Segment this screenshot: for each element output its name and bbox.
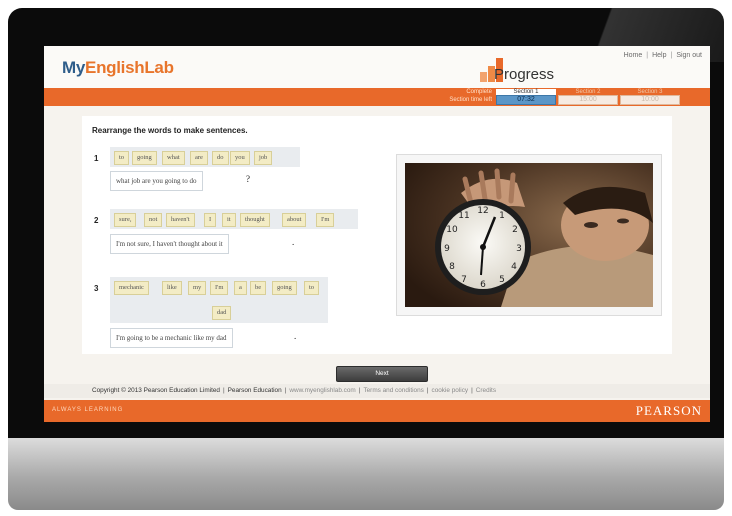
word-tile[interactable]: I [204,213,217,227]
svg-text:7: 7 [461,275,467,285]
progress-title: Progress [494,66,555,83]
answer-field-2[interactable]: I'm not sure, I haven't thought about it [110,234,229,254]
app-screen: MyEnglishLab Progress Home | Help | Sign out… [44,46,710,422]
svg-text:4: 4 [511,262,517,272]
svg-text:8: 8 [449,262,455,272]
word-tile[interactable]: not [144,213,163,227]
punctuation-mark: . [294,331,297,341]
terms-link[interactable]: Terms and conditions [363,387,423,394]
credits-link[interactable]: Credits [476,387,496,394]
word-tile[interactable]: sure, [114,213,137,227]
section-timer: 10:00 [620,95,680,105]
monitor-frame: MyEnglishLab Progress Home | Help | Sign out… [8,8,724,438]
question-number: 3 [94,284,99,293]
word-tile[interactable]: haven't [166,213,195,227]
exercise-panel: Rearrange the words to make sentences. 1… [82,116,672,354]
home-link[interactable]: Home [624,52,643,59]
section-3-status: Section 3 10:00 [620,89,680,105]
monitor-stand [8,438,724,510]
svg-text:10: 10 [446,225,458,235]
question-number: 1 [94,154,99,163]
word-tile[interactable]: about [282,213,307,227]
cookie-policy-link[interactable]: cookie policy [432,387,469,394]
svg-text:9: 9 [444,244,450,254]
answer-field-1[interactable]: what job are you going to do [110,171,203,191]
question-number: 2 [94,216,99,225]
app-header: MyEnglishLab Progress Home | Help | Sign out [44,46,710,88]
section-1-status: Section 1 07:32 [496,89,556,105]
myenglishlab-logo[interactable]: MyEnglishLab [62,58,174,78]
answer-field-3[interactable]: I'm going to be a mechanic like my dad [110,328,233,348]
footer-links: Copyright © 2013 Pearson Education Limit… [92,387,497,394]
word-tile[interactable]: mechanic [114,281,149,295]
word-tile[interactable]: like [162,281,182,295]
word-tile[interactable]: my [188,281,207,295]
time-left-label: Section time left [449,96,492,103]
svg-text:2: 2 [512,225,518,235]
word-tile[interactable]: job [254,151,273,165]
next-button[interactable]: Next [336,366,428,382]
word-tile[interactable]: are [190,151,208,165]
svg-text:3: 3 [516,244,522,254]
word-tile[interactable]: a [234,281,247,295]
always-learning-tagline: ALWAYS LEARNING [52,407,124,413]
word-tile[interactable]: thought [240,213,270,227]
word-tile[interactable]: do [212,151,229,165]
word-tile[interactable]: going [132,151,157,165]
word-tile[interactable]: I'm [316,213,335,227]
word-tile[interactable]: be [250,281,267,295]
svg-text:11: 11 [458,211,469,221]
svg-text:12: 12 [477,206,488,216]
section-2-status: Section 2 15:00 [558,89,618,105]
word-tile[interactable]: you [230,151,250,165]
pearson-education-link[interactable]: Pearson Education [228,387,282,394]
brand-bar [44,400,710,422]
complete-label: Complete [466,89,492,95]
word-tile[interactable]: I'm [210,281,229,295]
svg-text:5: 5 [499,275,505,285]
alarm-clock-photo: 12 1 2 3 4 5 6 7 8 9 10 11 [405,163,653,307]
site-link[interactable]: www.myenglishlab.com [289,387,355,394]
word-tile[interactable]: going [272,281,297,295]
word-bank-1: to going what are do you job [110,147,300,167]
section-timer: 07:32 [496,95,556,105]
word-tile[interactable]: what [162,151,185,165]
svg-text:1: 1 [499,211,505,221]
word-tile[interactable]: dad [212,306,232,320]
section-timer: 15:00 [558,95,618,105]
punctuation-mark: . [292,237,295,247]
word-bank-3: mechanic like my I'm a be going to dad [110,277,328,323]
word-tile[interactable]: to [114,151,130,165]
word-tile[interactable]: to [304,281,320,295]
sign-out-link[interactable]: Sign out [676,52,702,59]
copyright-text: Copyright © 2013 Pearson Education Limit… [92,387,220,394]
exercise-instruction: Rearrange the words to make sentences. [92,126,248,135]
word-bank-2: sure, not haven't I it thought about I'm [110,209,358,229]
status-labels: Complete Section time left [422,89,492,104]
pearson-logo: PEARSON [635,403,702,418]
punctuation-mark: ? [246,174,250,184]
word-tile[interactable]: it [222,213,236,227]
svg-text:6: 6 [480,280,486,290]
illustration-frame: 12 1 2 3 4 5 6 7 8 9 10 11 [396,154,662,316]
top-links: Home | Help | Sign out [623,52,702,59]
help-link[interactable]: Help [652,52,666,59]
